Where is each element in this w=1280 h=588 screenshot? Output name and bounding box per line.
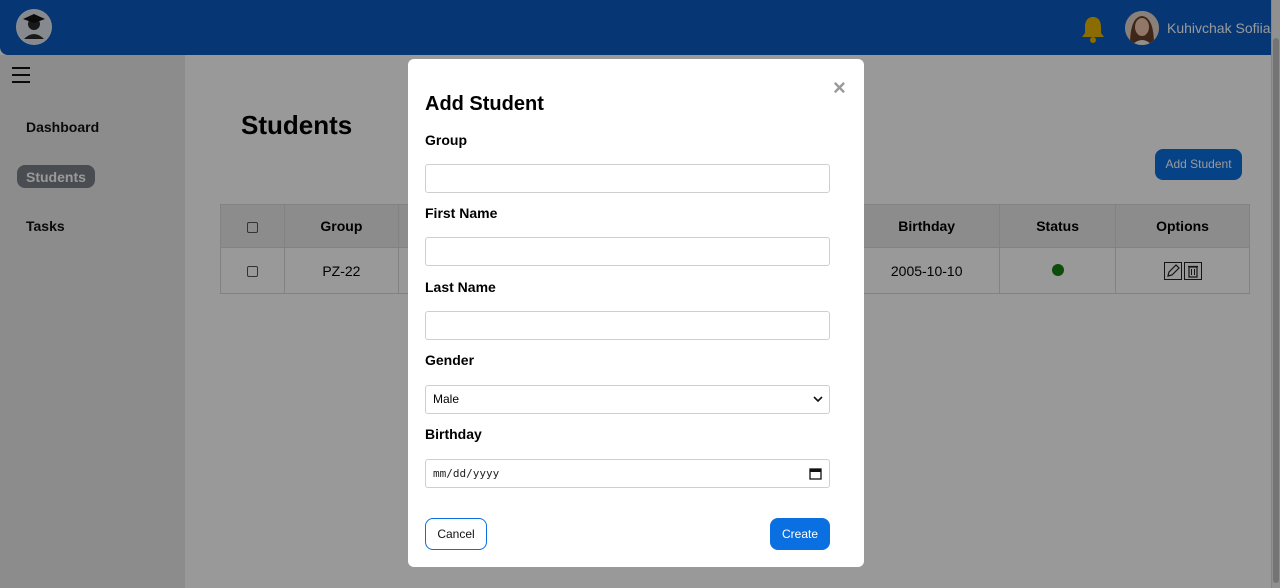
gender-label: Gender	[425, 352, 475, 368]
birthday-input[interactable]: mm/dd/yyyy	[425, 459, 830, 488]
calendar-icon[interactable]	[809, 467, 822, 480]
birthday-label: Birthday	[425, 426, 482, 442]
modal-title: Add Student	[425, 93, 544, 115]
cancel-button[interactable]: Cancel	[425, 518, 487, 550]
first-name-input[interactable]	[425, 237, 830, 266]
gender-select[interactable]: Male	[425, 385, 830, 414]
first-name-label: First Name	[425, 205, 498, 221]
chevron-down-icon	[813, 396, 823, 403]
close-icon[interactable]: ×	[833, 77, 846, 99]
add-student-modal: × Add Student Group First Name Last Name…	[408, 59, 864, 567]
gender-selected-value: Male	[433, 392, 460, 406]
group-label: Group	[425, 132, 467, 148]
group-input[interactable]	[425, 164, 830, 193]
last-name-input[interactable]	[425, 311, 830, 340]
create-button[interactable]: Create	[770, 518, 830, 550]
last-name-label: Last Name	[425, 279, 496, 295]
birthday-placeholder: mm/dd/yyyy	[433, 467, 500, 480]
